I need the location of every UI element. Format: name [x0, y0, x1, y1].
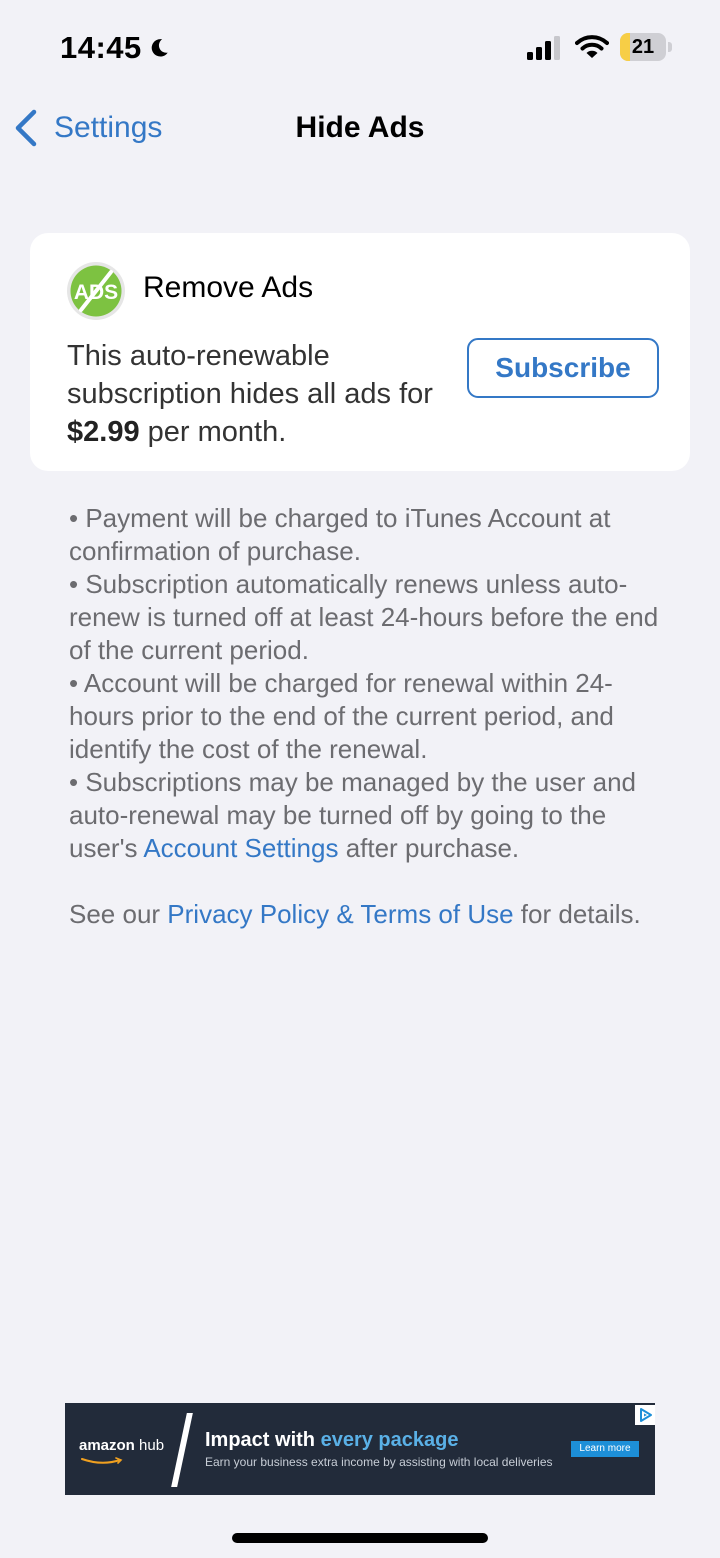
remove-ads-card: ADS Remove Ads This auto-renewable subsc… [30, 233, 690, 471]
wifi-icon [575, 35, 609, 58]
terms-footer-suffix: for details. [513, 899, 641, 929]
terms-footer-text: See our [69, 899, 168, 929]
cellular-signal-icon [527, 36, 560, 60]
product-title: Remove Ads [143, 271, 314, 304]
ad-brand-suffix: hub [134, 1437, 165, 1454]
page-title: Hide Ads [295, 111, 425, 144]
status-bar: 14:45 21 [0, 0, 720, 90]
status-time-group: 14:45 [60, 28, 170, 68]
battery-icon: 21 [620, 33, 672, 61]
product-price: $2.99 [67, 416, 140, 448]
subscription-terms: • Payment will be charged to iTunes Acco… [69, 502, 669, 931]
ad-banner[interactable]: amazon hub Impact with every package Ear… [65, 1403, 655, 1495]
product-description: This auto-renewable subscription hides a… [67, 337, 457, 451]
account-settings-link[interactable]: Account Settings [143, 833, 338, 863]
ad-headline: Impact with every package [205, 1429, 458, 1452]
product-description-suffix: per month. [139, 416, 287, 448]
amazon-smile-icon [81, 1457, 123, 1464]
moon-icon [151, 39, 168, 57]
terms-footer: See our Privacy Policy & Terms of Use fo… [69, 898, 669, 931]
ad-headline-accent: every package [320, 1429, 459, 1451]
battery-body: 21 [620, 33, 666, 61]
battery-percent: 21 [631, 36, 655, 58]
product-description-text: This auto-renewable subscription hides a… [67, 340, 433, 410]
battery-cap [668, 42, 672, 52]
terms-bullet-renewal-charge: • Account will be charged for renewal wi… [69, 668, 614, 764]
ad-learn-more-button[interactable]: Learn more [571, 1441, 639, 1457]
adchoices-icon[interactable] [635, 1405, 655, 1425]
terms-bullet-payment: • Payment will be charged to iTunes Acco… [69, 503, 611, 566]
hide-ads-screen: 14:45 21 Settings Hide Ads Remove Ads Th… [0, 0, 720, 1558]
terms-bullet-manage: • Subscriptions may be managed by the us… [69, 766, 669, 865]
ad-headline-text: Impact with [205, 1429, 321, 1451]
privacy-policy-terms-link[interactable]: Privacy Policy & Terms of Use [167, 899, 513, 929]
status-time: 14:45 [60, 30, 142, 65]
terms-bullet-manage-suffix: after purchase. [338, 833, 520, 863]
ad-subline: Earn your business extra income by assis… [205, 1455, 553, 1469]
terms-bullet-auto-renew: • Subscription automatically renews unle… [69, 569, 659, 665]
navigation-bar: Settings Hide Ads [0, 90, 720, 166]
ad-brand-name: amazon [79, 1437, 135, 1454]
ad-divider [171, 1413, 193, 1487]
no-ads-icon: ADS [67, 262, 125, 320]
subscribe-button[interactable]: Subscribe [467, 338, 659, 398]
ad-brand: amazon hub [79, 1437, 164, 1454]
home-indicator[interactable] [232, 1533, 488, 1543]
